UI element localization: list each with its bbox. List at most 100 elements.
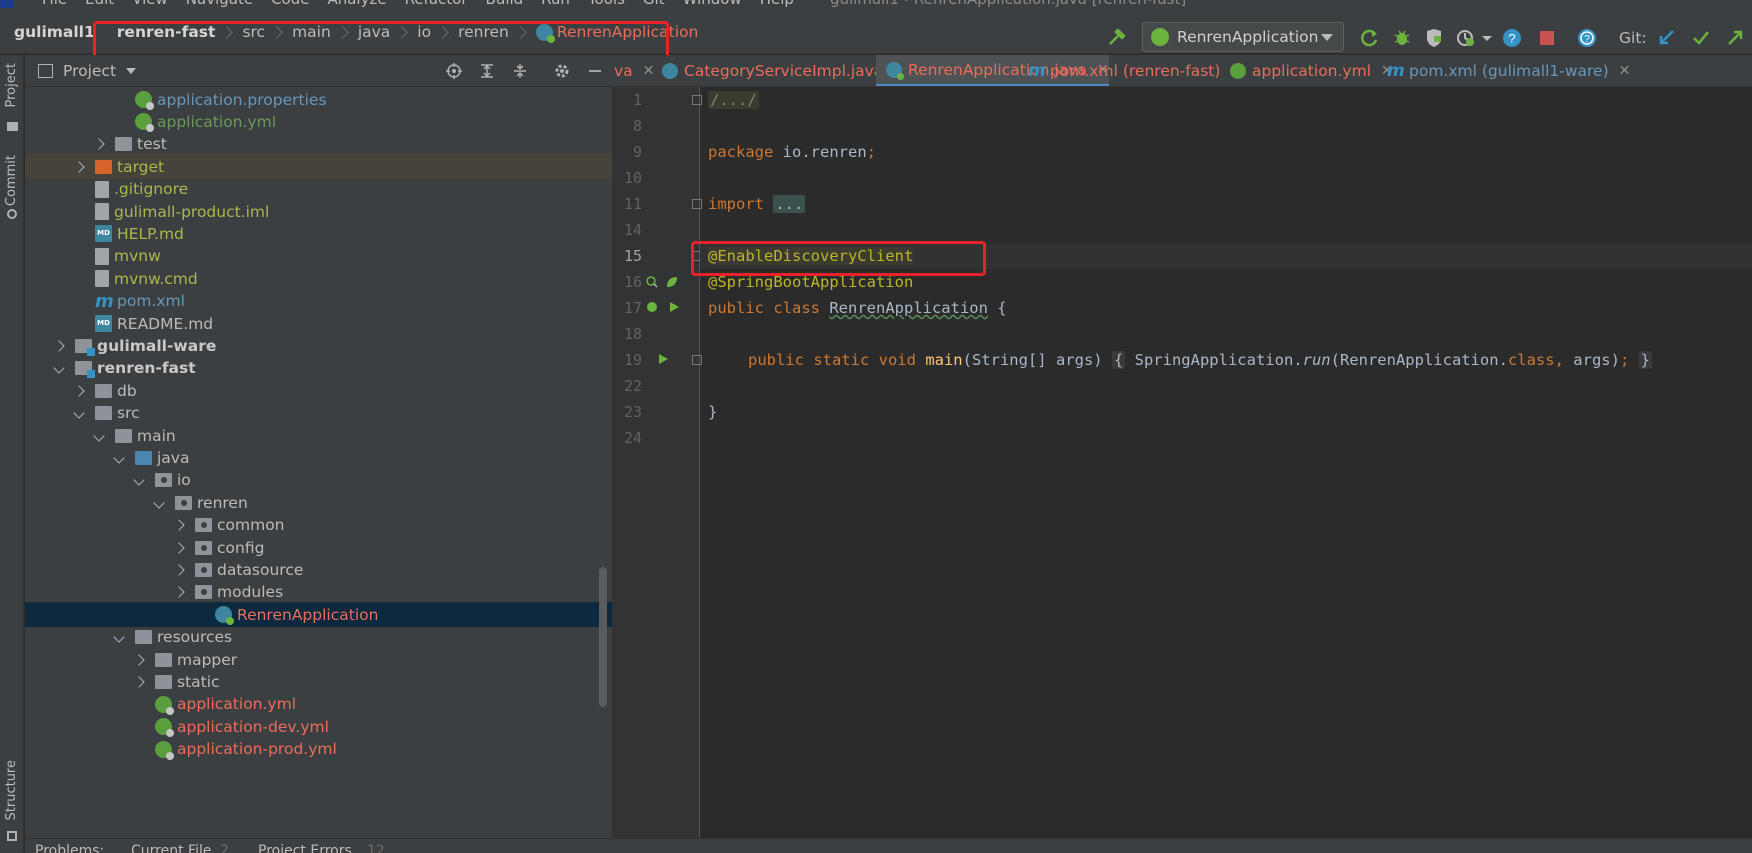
chevron-down-icon[interactable] — [73, 407, 85, 419]
tree-item[interactable]: application.yml — [25, 692, 612, 717]
tree-item[interactable]: gulimall-ware — [25, 333, 612, 358]
project-errors-tab[interactable]: Project Errors — [258, 843, 352, 853]
spring-bean-gutter-icon[interactable] — [646, 301, 658, 313]
folded-header-comment[interactable]: /.../ — [708, 91, 759, 109]
run-configuration-dropdown[interactable]: RenrenApplication — [1142, 22, 1344, 52]
minimize-icon[interactable] — [587, 63, 603, 79]
menu-build[interactable]: Build — [486, 0, 524, 8]
chevron-right-icon[interactable] — [173, 564, 185, 576]
chevron-down-icon[interactable] — [113, 631, 125, 643]
editor-tab[interactable]: application.yml ✕ — [1220, 55, 1393, 86]
chevron-down-icon[interactable] — [93, 429, 105, 442]
menu-window[interactable]: Window — [683, 0, 742, 8]
bean-search-gutter-icon[interactable] — [646, 276, 658, 288]
tree-item[interactable]: resources — [25, 625, 612, 650]
menu-file[interactable]: File — [42, 0, 67, 8]
tree-item[interactable]: MD README.md — [25, 311, 612, 336]
menu-navigate[interactable]: Navigate — [186, 0, 253, 8]
stop-icon[interactable] — [1537, 28, 1557, 48]
tree-item[interactable]: application-prod.yml — [25, 737, 612, 762]
locate-target-icon[interactable] — [446, 63, 462, 79]
tree-item[interactable]: modules — [25, 580, 612, 605]
chevron-right-icon[interactable] — [173, 586, 185, 598]
chevron-down-icon[interactable] — [153, 497, 165, 509]
tree-item[interactable]: target — [25, 154, 612, 180]
folded-body-close[interactable]: } — [1638, 351, 1652, 369]
project-view-selector[interactable]: Project — [63, 62, 116, 80]
help-question-icon[interactable]: ? — [1502, 28, 1522, 48]
menu-analyze[interactable]: Analyze — [327, 0, 386, 8]
tree-item[interactable]: src — [25, 401, 612, 426]
more-run-chevron-icon[interactable] — [1481, 28, 1493, 48]
chevron-right-icon[interactable] — [173, 519, 185, 531]
rerun-icon[interactable] — [1360, 28, 1380, 48]
run-play-gutter-icon[interactable] — [657, 353, 669, 365]
problems-label[interactable]: Problems: — [35, 843, 104, 853]
editor-tab[interactable]: m pom.xml (gulimall1-ware) ✕ — [1377, 55, 1630, 86]
run-play-gutter-icon[interactable] — [668, 301, 680, 313]
tree-item[interactable]: gulimall-product.iml — [25, 199, 612, 224]
editor-tab[interactable]: mpom.xml (renren-fast)✕ — [1018, 55, 1242, 86]
menu-help[interactable]: Help — [760, 0, 794, 8]
menu-edit[interactable]: Edit — [85, 0, 114, 8]
profiler-icon[interactable] — [1456, 28, 1476, 48]
tree-item[interactable]: application.properties — [25, 87, 612, 112]
chevron-down-icon[interactable] — [126, 67, 137, 74]
expand-all-icon[interactable] — [479, 63, 495, 79]
chevron-right-icon[interactable] — [73, 385, 85, 397]
chevron-right-icon[interactable] — [133, 653, 145, 666]
tree-item[interactable]: application.yml — [25, 109, 612, 134]
menu-code[interactable]: Code — [271, 0, 309, 8]
tree-item[interactable]: io — [25, 468, 612, 493]
structure-tool-tab[interactable]: Structure — [4, 760, 19, 820]
chevron-right-icon[interactable] — [133, 676, 145, 688]
menu-tools[interactable]: Tools — [588, 0, 625, 8]
git-push-arrow-icon[interactable] — [1725, 28, 1745, 48]
project-tool-tab[interactable]: Project — [4, 63, 19, 107]
tree-item[interactable]: RenrenApplication — [25, 602, 612, 628]
menu-view[interactable]: View — [132, 0, 168, 8]
tree-item[interactable]: mvnw — [25, 244, 612, 269]
tree-item[interactable]: renren — [25, 490, 612, 515]
git-update-arrow-icon[interactable] — [1657, 28, 1677, 48]
menu-refactor[interactable]: Refactor — [405, 0, 468, 8]
search-help-icon[interactable]: ? — [1577, 28, 1597, 48]
chevron-right-icon[interactable] — [173, 541, 185, 554]
coverage-shield-icon[interactable] — [1424, 28, 1444, 48]
tree-item[interactable]: MD HELP.md — [25, 221, 612, 246]
tree-item[interactable]: .gitignore — [25, 177, 612, 202]
commit-tool-tab[interactable]: Commit — [4, 155, 19, 206]
chevron-down-icon[interactable] — [133, 474, 145, 486]
menu-git[interactable]: Git — [643, 0, 665, 8]
build-hammer-icon[interactable] — [1107, 28, 1127, 48]
chevron-right-icon[interactable] — [53, 340, 65, 352]
tree-item[interactable]: test — [25, 132, 612, 157]
tree-item[interactable]: datasource — [25, 557, 612, 582]
tree-item[interactable]: java — [25, 445, 612, 470]
git-commit-check-icon[interactable] — [1691, 28, 1711, 48]
folded-imports[interactable]: ... — [773, 195, 806, 213]
breadcrumb-project[interactable]: gulimall1 — [14, 23, 95, 41]
tree-item[interactable]: m pom.xml — [25, 289, 612, 314]
tree-item[interactable]: static — [25, 669, 612, 694]
editor-tab[interactable]: CategoryServiceImpl.java✕ — [652, 55, 905, 86]
chevron-right-icon[interactable] — [93, 138, 105, 150]
tree-item[interactable]: common — [25, 513, 612, 538]
code-area[interactable]: /.../ package io.renren; import ... @Ena… — [700, 87, 1752, 838]
gear-icon[interactable] — [554, 63, 570, 79]
tree-item[interactable]: config — [25, 535, 612, 560]
current-file-tab[interactable]: Current File — [131, 843, 211, 853]
project-tree-scrollbar[interactable] — [599, 567, 607, 707]
tree-item[interactable]: application-dev.yml — [25, 714, 612, 739]
tree-item[interactable]: db — [25, 378, 612, 403]
menu-run[interactable]: Run — [541, 0, 570, 8]
chevron-right-icon[interactable] — [73, 161, 85, 173]
tree-item[interactable]: mvnw.cmd — [25, 266, 612, 291]
tree-item[interactable]: mapper — [25, 647, 612, 672]
tree-item[interactable]: main — [25, 423, 612, 448]
chevron-down-icon[interactable] — [53, 362, 65, 374]
debug-bug-icon[interactable] — [1392, 28, 1412, 48]
editor-tab[interactable]: va ✕ — [612, 55, 654, 86]
folded-body-open[interactable]: { — [1111, 351, 1126, 369]
collapse-all-icon[interactable] — [512, 63, 528, 79]
